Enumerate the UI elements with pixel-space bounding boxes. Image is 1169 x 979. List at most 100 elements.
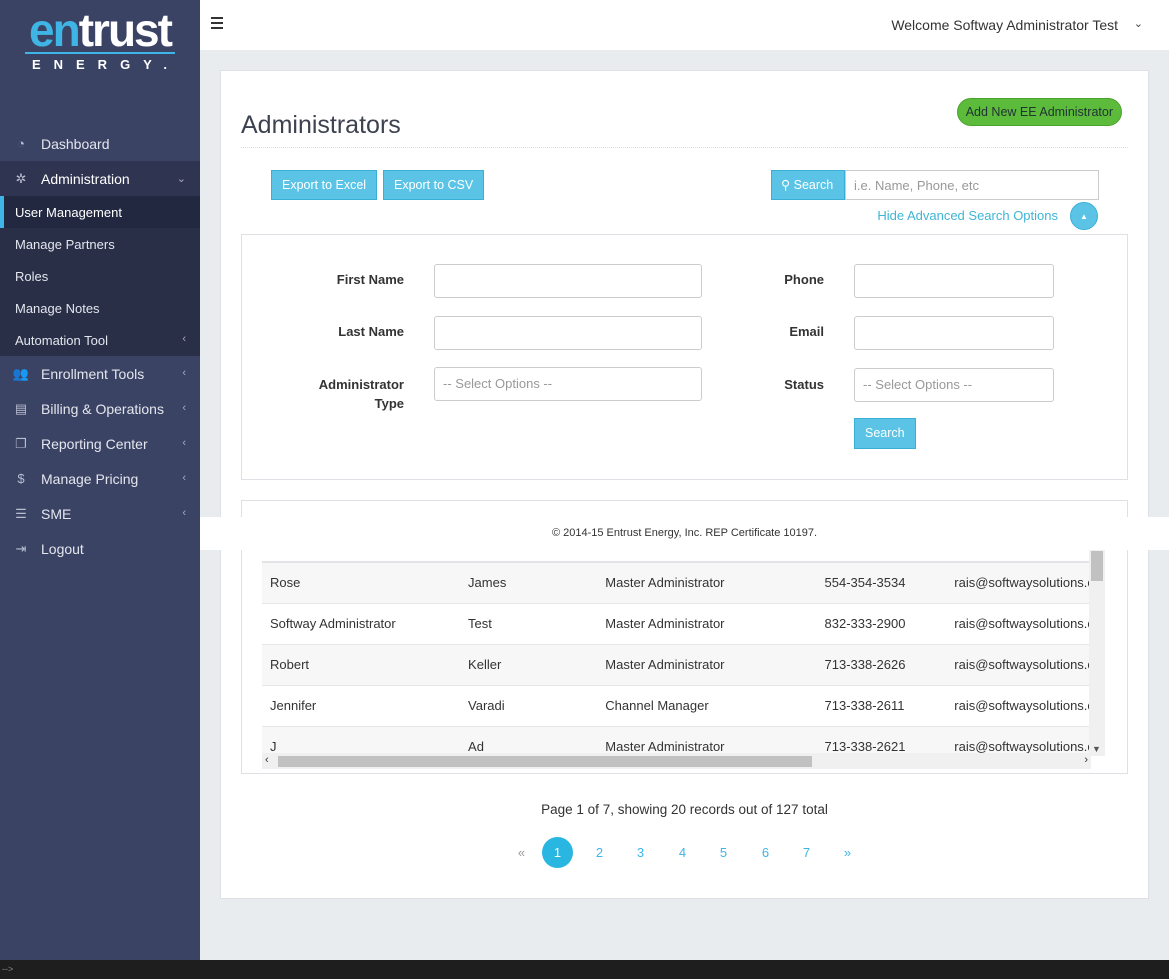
pagination-page-3[interactable]: 3: [625, 837, 656, 868]
hamburger-menu-icon[interactable]: [211, 17, 223, 29]
administrator-type-select[interactable]: -- Select Options --: [434, 367, 702, 401]
table-cell: 713-338-2611: [816, 685, 947, 727]
pagination-prev[interactable]: «: [506, 837, 537, 868]
add-administrator-button[interactable]: Add New EE Administrator: [956, 98, 1122, 126]
table-cell: 713-338-2626: [816, 644, 947, 686]
search-button[interactable]: ⚲ Search: [771, 170, 845, 200]
pagination-next[interactable]: »: [832, 837, 863, 868]
chevron-left-icon: ‹: [182, 367, 186, 379]
table-cell: rais@softwaysolutions.com: [946, 644, 1091, 686]
pagination-page-1[interactable]: 1: [542, 837, 573, 868]
first-name-input[interactable]: [434, 264, 702, 298]
list-icon: ☰: [15, 505, 27, 521]
chevron-down-icon[interactable]: ▼: [1092, 744, 1101, 754]
phone-input[interactable]: [854, 264, 1054, 298]
results-table-container[interactable]: First Name Last Name Administrator Type …: [262, 521, 1091, 763]
sidebar-item-billing-operations[interactable]: ▤ Billing & Operations ‹: [0, 391, 200, 426]
sidebar-item-label: Logout: [41, 540, 84, 557]
table-cell: Master Administrator: [597, 644, 817, 686]
pagination-page-6[interactable]: 6: [750, 837, 781, 868]
table-cell: Robert: [262, 644, 461, 686]
chevron-left-icon: ‹: [182, 507, 186, 519]
pagination-page-4[interactable]: 4: [667, 837, 698, 868]
dashboard-icon: ◔: [17, 136, 25, 151]
sidebar-item-label: Reporting Center: [41, 435, 148, 452]
sidebar-item-label: Billing & Operations: [41, 400, 164, 417]
dollar-icon: $: [17, 471, 25, 486]
table-cell: Softway Administrator: [262, 603, 461, 645]
sidebar-item-label: SME: [41, 505, 72, 522]
sidebar-item-manage-partners[interactable]: Manage Partners: [0, 228, 200, 260]
bottom-strip-text: -->: [2, 964, 14, 974]
horizontal-scrollbar[interactable]: ‹ ›: [262, 753, 1091, 769]
scrollbar-thumb[interactable]: [1091, 551, 1103, 581]
sidebar-item-manage-notes[interactable]: Manage Notes: [0, 292, 200, 324]
title-divider: [241, 147, 1128, 148]
sidebar-item-label: Enrollment Tools: [41, 365, 145, 382]
advanced-search-panel: First Name Last Name Administrator Type …: [241, 234, 1128, 480]
main-panel: Administrators Add New EE Administrator …: [220, 70, 1149, 899]
table-row[interactable]: Jennifer Varadi Channel Manager 713-338-…: [262, 685, 1091, 727]
vertical-scrollbar[interactable]: ▼: [1089, 521, 1105, 756]
pagination-page-7[interactable]: 7: [791, 837, 822, 868]
scroll-left-icon[interactable]: ‹: [265, 754, 269, 766]
scroll-right-icon[interactable]: ›: [1084, 754, 1088, 766]
last-name-input[interactable]: [434, 316, 702, 350]
chevron-left-icon: ‹: [182, 437, 186, 449]
welcome-user-menu[interactable]: Welcome Softway Administrator Test: [891, 17, 1118, 33]
pagination-page-2[interactable]: 2: [584, 837, 615, 868]
sidebar-item-logout[interactable]: ⇥ Logout: [0, 531, 200, 566]
sidebar-item-manage-pricing[interactable]: $ Manage Pricing ‹: [0, 461, 200, 496]
billing-icon: ▤: [14, 400, 28, 416]
last-name-label: Last Name: [338, 324, 404, 339]
chevron-down-icon[interactable]: ⌄: [1134, 17, 1143, 30]
table-cell: James: [460, 562, 598, 604]
status-select[interactable]: -- Select Options --: [854, 368, 1054, 402]
table-cell: Test: [460, 603, 598, 645]
chevron-left-icon: ‹: [182, 402, 186, 414]
table-cell: Varadi: [460, 685, 598, 727]
table-row[interactable]: Softway Administrator Test Master Admini…: [262, 603, 1091, 645]
export-csv-button[interactable]: Export to CSV: [383, 170, 485, 200]
entrust-logo[interactable]: entrust ENERGY.: [0, 0, 200, 86]
users-icon: 👥: [12, 365, 30, 381]
sidebar-item-reporting-center[interactable]: ❐ Reporting Center ‹: [0, 426, 200, 461]
sidebar-item-dashboard[interactable]: ◔ Dashboard: [0, 126, 200, 161]
sidebar: entrust ENERGY. ◔ Dashboard ✲ Administra…: [0, 0, 200, 960]
table-cell: rais@softwaysolutions.com: [946, 603, 1091, 645]
pagination-page-5[interactable]: 5: [708, 837, 739, 868]
administrators-table: First Name Last Name Administrator Type …: [262, 521, 1091, 763]
export-excel-button[interactable]: Export to Excel: [271, 170, 378, 200]
table-cell: Channel Manager: [597, 685, 817, 727]
pagination-info: Page 1 of 7, showing 20 records out of 1…: [541, 802, 828, 817]
search-input[interactable]: [845, 170, 1099, 200]
sidebar-item-administration[interactable]: ✲ Administration ⌄: [0, 161, 200, 196]
sidebar-item-roles[interactable]: Roles: [0, 260, 200, 292]
chevron-left-icon: ‹: [182, 472, 186, 484]
logout-icon: ⇥: [15, 540, 27, 556]
table-cell: Master Administrator: [597, 562, 817, 604]
sidebar-item-user-management[interactable]: User Management: [0, 196, 200, 228]
administration-submenu: User Management Manage Partners Roles Ma…: [0, 196, 200, 356]
collapse-up-icon[interactable]: ▲: [1070, 202, 1098, 230]
sidebar-item-label: Manage Pricing: [41, 470, 139, 487]
hide-advanced-search-link[interactable]: Hide Advanced Search Options: [877, 208, 1058, 223]
top-bar: Welcome Softway Administrator Test ⌄: [200, 0, 1169, 50]
sidebar-item-label: Administration: [41, 170, 130, 187]
table-row[interactable]: Rose James Master Administrator 554-354-…: [262, 562, 1091, 604]
table-cell: Keller: [460, 644, 598, 686]
scrollbar-thumb[interactable]: [278, 756, 812, 767]
chevron-down-icon: ⌄: [176, 173, 186, 185]
reports-icon: ❐: [15, 435, 27, 451]
sidebar-item-sme[interactable]: ☰ SME ‹: [0, 496, 200, 531]
search-button-label: Search: [793, 178, 834, 192]
table-row[interactable]: Robert Keller Master Administrator 713-3…: [262, 644, 1091, 686]
sidebar-item-automation-tool[interactable]: Automation Tool ‹: [0, 324, 200, 356]
sidebar-item-enrollment-tools[interactable]: 👥 Enrollment Tools ‹: [0, 356, 200, 391]
search-icon: ⚲: [781, 178, 791, 192]
status-label: Status: [784, 377, 824, 392]
email-input[interactable]: [854, 316, 1054, 350]
advanced-search-button[interactable]: Search: [854, 418, 916, 449]
email-label: Email: [789, 324, 824, 339]
administrator-type-label: Administrator Type: [318, 377, 404, 411]
